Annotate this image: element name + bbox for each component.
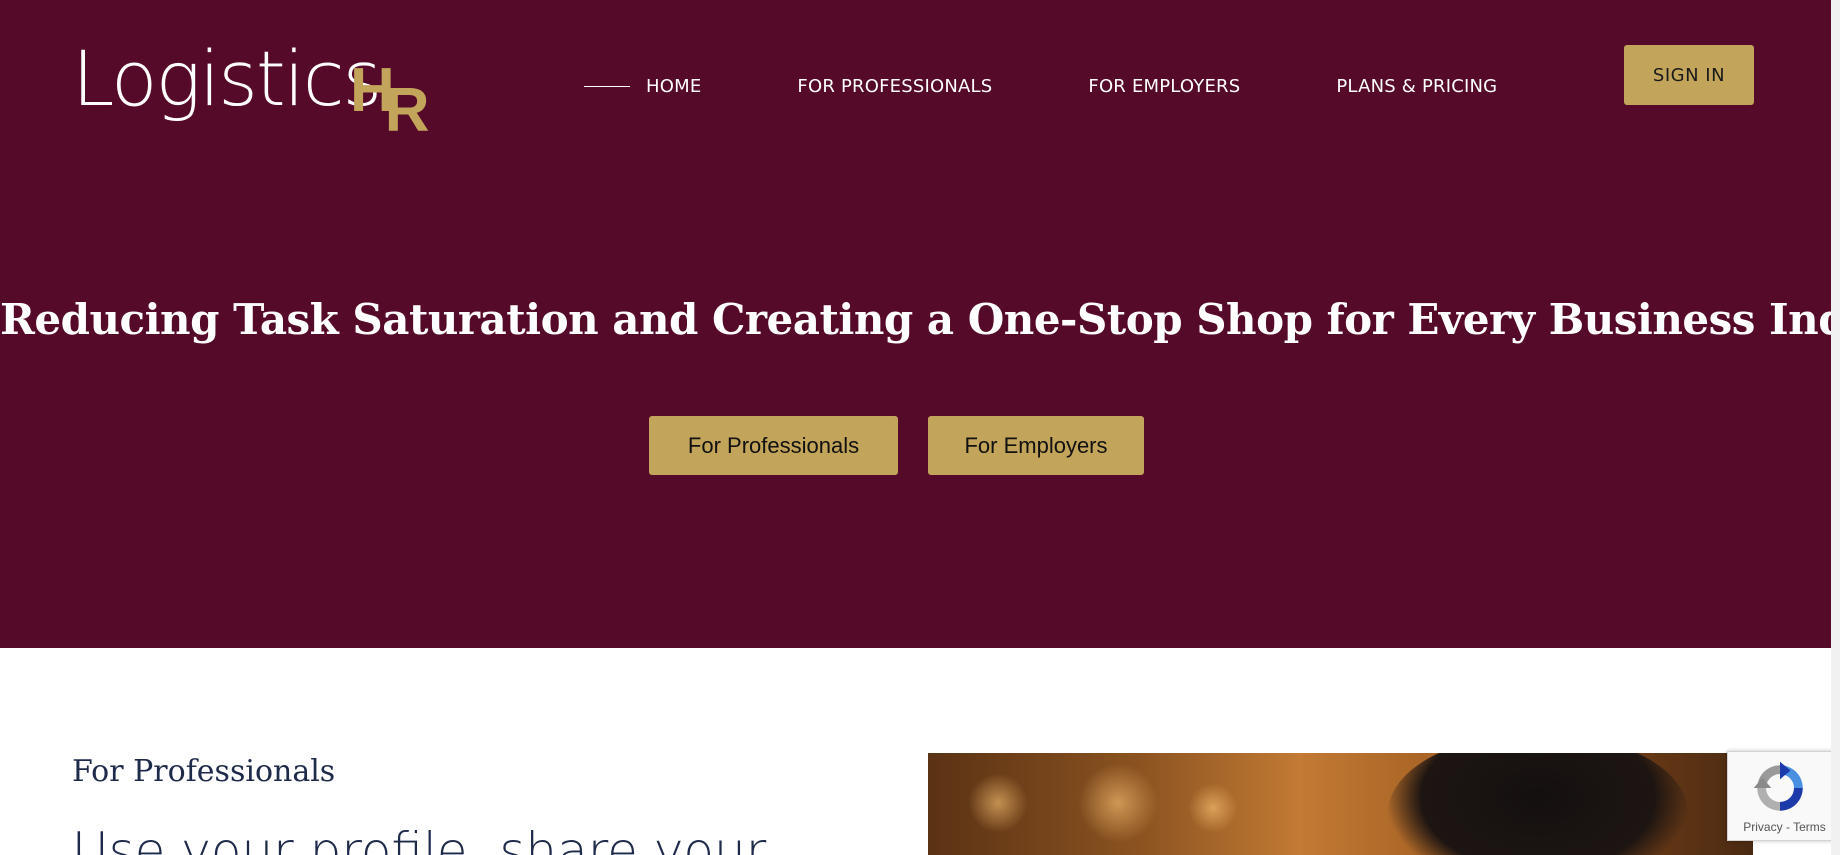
section-heading: Use your profile, share your bbox=[72, 822, 767, 855]
nav-for-professionals[interactable]: FOR PROFESSIONALS bbox=[797, 76, 992, 97]
sign-in-button[interactable]: SIGN IN bbox=[1624, 45, 1754, 105]
logo-r: R bbox=[384, 76, 430, 145]
for-employers-button[interactable]: For Employers bbox=[928, 416, 1144, 475]
recaptcha-links: Privacy - Terms bbox=[1728, 820, 1840, 834]
scrollbar[interactable] bbox=[1831, 0, 1840, 855]
recaptcha-icon bbox=[1753, 761, 1803, 811]
for-professionals-button[interactable]: For Professionals bbox=[649, 416, 898, 475]
hero-section: Logistics HR HOME FOR PROFESSIONALS FOR … bbox=[0, 0, 1840, 648]
logo-text: Logistics bbox=[72, 34, 382, 123]
person-hair bbox=[1388, 753, 1688, 855]
hero-actions: For Professionals For Employers bbox=[649, 416, 1144, 475]
logo-h: H bbox=[350, 56, 395, 125]
hero-title: Reducing Task Saturation and Creating a … bbox=[0, 295, 1840, 344]
active-indicator bbox=[584, 86, 630, 87]
professional-photo bbox=[928, 753, 1753, 855]
nav-for-employers[interactable]: FOR EMPLOYERS bbox=[1088, 76, 1240, 97]
recaptcha-separator: - bbox=[1782, 820, 1794, 834]
site-logo[interactable]: Logistics HR bbox=[72, 34, 432, 146]
bokeh-light bbox=[1078, 763, 1158, 843]
nav-home[interactable]: HOME bbox=[646, 76, 701, 97]
recaptcha-privacy-link[interactable]: Privacy bbox=[1743, 820, 1782, 834]
main-nav: HOME FOR PROFESSIONALS FOR EMPLOYERS PLA… bbox=[584, 76, 1497, 97]
page: Logistics HR HOME FOR PROFESSIONALS FOR … bbox=[0, 0, 1840, 855]
section-eyebrow: For Professionals bbox=[72, 754, 336, 789]
logo-hr-mark: HR bbox=[350, 56, 430, 145]
bokeh-light bbox=[968, 773, 1028, 833]
nav-plans-pricing[interactable]: PLANS & PRICING bbox=[1336, 76, 1497, 97]
bokeh-light bbox=[1188, 783, 1238, 833]
recaptcha-badge[interactable]: Privacy - Terms bbox=[1727, 751, 1840, 841]
recaptcha-terms-link[interactable]: Terms bbox=[1793, 820, 1826, 834]
